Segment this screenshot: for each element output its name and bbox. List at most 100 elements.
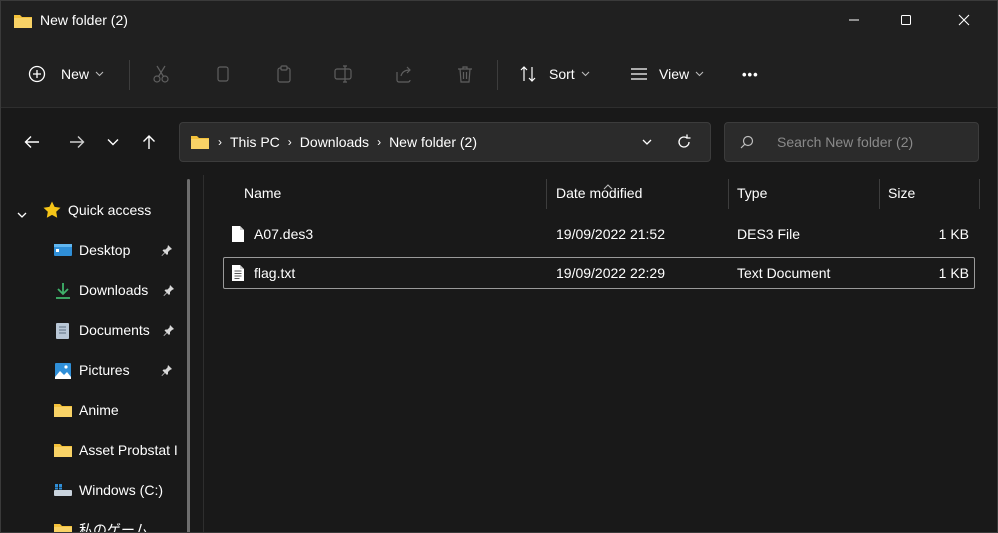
breadcrumb-this-pc[interactable]: This PC xyxy=(230,134,280,150)
file-size: 1 KB xyxy=(938,226,969,242)
folder-icon xyxy=(190,134,210,150)
desktop-icon xyxy=(53,242,73,258)
sort-label: Sort xyxy=(549,66,575,82)
cut-icon xyxy=(153,65,169,83)
sidebar-item-label: Anime xyxy=(79,402,119,418)
file-explorer-window: New folder (2) New Sort View ••• › This … xyxy=(0,0,998,533)
column-header-type[interactable]: Type xyxy=(737,185,767,201)
search-box[interactable]: Search New folder (2) xyxy=(724,122,979,162)
forward-button[interactable] xyxy=(65,130,89,154)
sidebar-item-label: Asset Probstat I xyxy=(79,442,178,458)
sidebar-item-label: Quick access xyxy=(68,202,152,218)
file-date-modified: 19/09/2022 22:29 xyxy=(556,265,665,281)
view-button[interactable]: View xyxy=(629,41,704,107)
toolbar-divider xyxy=(497,60,498,90)
column-header-size[interactable]: Size xyxy=(888,185,915,201)
sidebar-item-label: 私のゲーム xyxy=(79,522,149,532)
see-more-button[interactable]: ••• xyxy=(742,41,759,107)
file-size: 1 KB xyxy=(938,265,969,281)
chevron-right-icon: › xyxy=(218,135,222,149)
refresh-icon xyxy=(678,134,691,148)
sidebar-item-pictures[interactable]: Pictures xyxy=(1,352,185,388)
copy-button[interactable] xyxy=(213,41,233,107)
close-icon xyxy=(958,14,970,26)
breadcrumb-downloads[interactable]: Downloads xyxy=(300,134,369,150)
sort-icon xyxy=(520,66,536,82)
sidebar-item-asset-probstat[interactable]: Asset Probstat I xyxy=(1,432,185,468)
sidebar-item-label: Windows (C:) xyxy=(79,482,164,498)
column-header-date-modified[interactable]: Date modified xyxy=(556,185,642,201)
breadcrumb-current-folder[interactable]: New folder (2) xyxy=(389,134,477,150)
downloads-icon xyxy=(53,282,73,299)
file-type: Text Document xyxy=(737,265,831,281)
column-header-name[interactable]: Name xyxy=(244,185,281,201)
more-icon: ••• xyxy=(742,66,759,82)
documents-icon xyxy=(53,322,73,339)
up-button[interactable] xyxy=(137,130,161,154)
text-file-icon xyxy=(231,264,245,285)
file-date-modified: 19/09/2022 21:52 xyxy=(556,226,665,242)
paste-button[interactable] xyxy=(274,41,294,107)
sort-button[interactable]: Sort xyxy=(518,41,590,107)
folder-icon xyxy=(53,442,73,458)
pin-icon xyxy=(161,363,173,379)
paste-icon xyxy=(277,65,291,83)
rename-button[interactable] xyxy=(333,41,353,107)
window-title: New folder (2) xyxy=(40,12,128,28)
address-bar[interactable]: › This PC › Downloads › New folder (2) xyxy=(179,122,711,162)
file-name: flag.txt xyxy=(254,265,296,281)
sidebar-item-documents[interactable]: Documents xyxy=(1,312,185,348)
sidebar-item-anime[interactable]: Anime xyxy=(1,392,185,428)
sidebar-item-my-games[interactable]: 私のゲーム xyxy=(1,512,185,532)
recent-locations-button[interactable] xyxy=(101,130,125,154)
command-bar: New Sort View ••• xyxy=(1,41,997,108)
pin-icon xyxy=(163,323,175,339)
cut-button[interactable] xyxy=(151,41,171,107)
share-icon xyxy=(396,66,411,83)
chevron-right-icon: › xyxy=(377,135,382,149)
pane-divider[interactable] xyxy=(203,175,204,532)
refresh-button[interactable] xyxy=(676,133,692,154)
chevron-down-icon xyxy=(642,139,652,145)
navigation-bar: › This PC › Downloads › New folder (2) S… xyxy=(1,108,997,174)
minimize-button[interactable] xyxy=(831,1,877,39)
new-button[interactable]: New xyxy=(28,41,104,107)
delete-button[interactable] xyxy=(455,41,475,107)
drive-icon xyxy=(53,482,73,498)
sidebar-scrollbar[interactable] xyxy=(187,179,190,532)
back-button[interactable] xyxy=(20,130,44,154)
navigation-pane: Quick access Desktop Downloads Documents xyxy=(1,175,191,532)
search-placeholder: Search New folder (2) xyxy=(777,134,914,150)
sidebar-item-quick-access[interactable]: Quick access xyxy=(1,192,185,228)
share-button[interactable] xyxy=(394,41,414,107)
chevron-down-icon xyxy=(95,71,104,77)
sidebar-item-desktop[interactable]: Desktop xyxy=(1,232,185,268)
star-icon xyxy=(42,200,62,223)
sidebar-item-downloads[interactable]: Downloads xyxy=(1,272,185,308)
pictures-icon xyxy=(53,362,73,379)
folder-icon xyxy=(53,522,73,532)
view-list-icon xyxy=(631,68,647,80)
sidebar-item-windows-c[interactable]: Windows (C:) xyxy=(1,472,185,508)
minimize-icon xyxy=(849,19,859,21)
column-divider[interactable] xyxy=(728,179,729,209)
file-row[interactable]: A07.des3 19/09/2022 21:52 DES3 File 1 KB xyxy=(223,218,975,250)
folder-icon xyxy=(53,402,73,418)
maximize-icon xyxy=(901,15,911,25)
column-divider[interactable] xyxy=(546,179,547,209)
file-row-selected[interactable]: flag.txt 19/09/2022 22:29 Text Document … xyxy=(223,257,975,289)
chevron-down-icon xyxy=(695,71,704,77)
delete-icon xyxy=(458,66,472,83)
maximize-button[interactable] xyxy=(883,1,929,39)
sidebar-item-label: Documents xyxy=(79,322,150,338)
plus-circle-icon xyxy=(28,65,46,83)
pin-icon xyxy=(163,283,175,299)
file-icon xyxy=(231,225,245,246)
address-history-button[interactable] xyxy=(641,134,653,153)
column-divider[interactable] xyxy=(879,179,880,209)
column-divider[interactable] xyxy=(979,179,980,209)
toolbar-divider xyxy=(129,60,130,90)
close-button[interactable] xyxy=(941,1,987,39)
pin-icon xyxy=(161,243,173,259)
sidebar-item-label: Pictures xyxy=(79,362,130,378)
